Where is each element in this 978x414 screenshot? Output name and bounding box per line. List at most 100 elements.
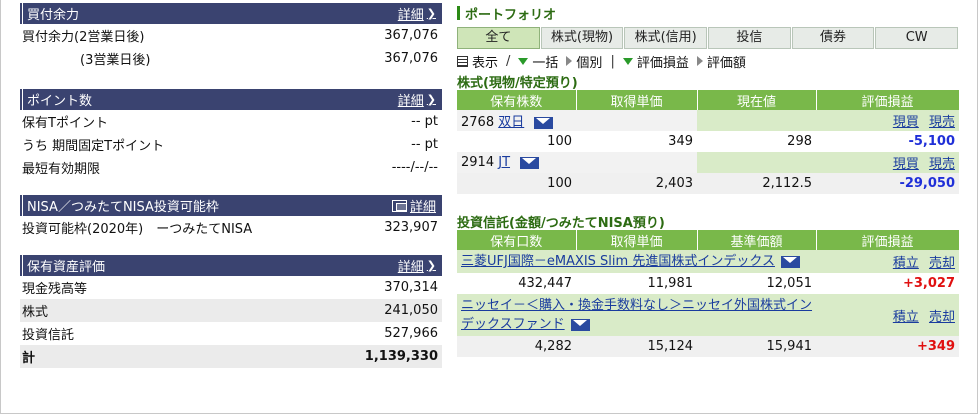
price-cell: 298 (697, 131, 816, 152)
total-value: 1,139,330 (364, 349, 438, 364)
table-row: 2768 双日 現買 現売 (457, 110, 959, 131)
nav-cell: 12,051 (697, 273, 816, 294)
assets-row: 現金残高等 370,314 (20, 276, 442, 299)
row-label: 最短有効期限 (22, 162, 101, 177)
table-row: 2914 JT 現買 現売 (457, 152, 959, 173)
column-header: 保有口数 (457, 230, 577, 250)
fund-name-link[interactable]: ニッセイ－＜購入・換金手数料なし＞ニッセイ外国株式インデックスファンド (461, 298, 812, 332)
filter-individual[interactable]: 個別 (566, 52, 602, 71)
chevron-right-icon: ❯ (426, 259, 436, 272)
list-icon (457, 55, 468, 67)
display-filters: 表示 / 一括 個別 | 評価損益 評価額 (457, 50, 959, 72)
pl-cell: -5,100 (816, 131, 959, 152)
filter-pl[interactable]: 評価損益 (622, 52, 689, 71)
sell-link[interactable]: 売却 (929, 256, 955, 271)
table-row: 100 349 298 -5,100 (457, 131, 959, 152)
pl-cell: +3,027 (816, 273, 959, 294)
display-label: 表示 (457, 52, 498, 71)
assets-header: 保有資産評価 詳細 ❯ (20, 255, 442, 276)
window-icon (391, 199, 407, 212)
mail-icon[interactable] (520, 156, 540, 169)
stock-actions: 現買 現売 (697, 152, 959, 173)
accumulate-link[interactable]: 積立 (893, 310, 919, 325)
row-label: 現金残高等 (22, 282, 88, 297)
fund-actions: 積立 売却 (816, 294, 959, 336)
tab-bonds[interactable]: 債券 (791, 27, 875, 49)
row-value: 367,076 (384, 28, 438, 43)
header-accent-bar (457, 6, 460, 20)
sell-link[interactable]: 売却 (929, 310, 955, 325)
nisa-header: NISA／つみたてNISA投資可能枠 詳細 (20, 195, 442, 216)
fund-actions: 積立 売却 (816, 250, 959, 273)
qty-cell: 100 (457, 173, 576, 194)
mail-icon[interactable] (780, 255, 800, 268)
fund-name-cell: ニッセイ－＜購入・換金手数料なし＞ニッセイ外国株式インデックスファンド (457, 294, 816, 336)
row-value: 241,050 (384, 303, 438, 318)
separator: | (610, 53, 615, 69)
table-row: 432,447 11,981 12,051 +3,027 (457, 273, 959, 294)
accumulate-link[interactable]: 積立 (893, 256, 919, 271)
table-row: 4,282 15,124 15,941 +349 (457, 336, 959, 357)
fund-name-link[interactable]: 三菱UFJ国際－eMAXIS Slim 先進国株式インデックス (461, 254, 775, 269)
filter-label: 表示 (472, 55, 499, 71)
nisa-row: 投資可能枠(2020年) ーつみたてNISA 323,907 (20, 216, 442, 239)
header-accent-bar (20, 255, 23, 276)
buying-power-detail-link[interactable]: 詳細 ❯ (398, 4, 436, 23)
detail-label: 詳細 (397, 260, 424, 275)
filter-bulk[interactable]: 一括 (518, 52, 558, 71)
column-header: 現在値 (697, 90, 817, 110)
nav-cell: 15,941 (697, 336, 816, 357)
stock-name-link[interactable]: JT (498, 155, 510, 170)
points-header: ポイント数 詳細 ❯ (20, 89, 442, 110)
column-header: 取得単価 (576, 230, 698, 250)
buying-power-header: 買付余力 詳細 ❯ (20, 3, 442, 24)
separator: / (506, 53, 511, 69)
portfolio-title: ポートフォリオ (465, 7, 557, 23)
funds-table: 保有口数 取得単価 基準価額 評価損益 三菱UFJ国際－eMAXIS Slim … (457, 230, 960, 357)
detail-label: 詳細 (397, 94, 424, 109)
stock-code: 2768 (461, 115, 495, 130)
tab-stocks-margin[interactable]: 株式(信用) (624, 27, 708, 49)
nisa-title: NISA／つみたてNISA投資可能枠 (27, 200, 219, 215)
points-title: ポイント数 (27, 94, 93, 109)
sell-link[interactable]: 現売 (929, 157, 955, 172)
units-cell: 4,282 (457, 336, 576, 357)
row-value: 367,076 (384, 51, 438, 66)
pl-cell: +349 (816, 336, 959, 357)
mail-icon[interactable] (534, 116, 554, 129)
header-accent-bar (20, 195, 23, 216)
tab-all[interactable]: 全て (457, 27, 540, 49)
row-value: ----/--/-- (391, 160, 438, 175)
tab-stocks-cash[interactable]: 株式(現物) (540, 27, 624, 49)
mail-icon[interactable] (570, 318, 590, 331)
sell-link[interactable]: 現売 (929, 115, 955, 130)
portfolio-tabs: 全て 株式(現物) 株式(信用) 投信 債券 CW (457, 27, 959, 49)
units-cell: 432,447 (457, 273, 576, 294)
row-value: 323,907 (384, 220, 438, 235)
header-accent-bar (20, 3, 23, 24)
detail-label: 詳細 (397, 8, 424, 23)
row-label: (3営業日後) (80, 53, 151, 68)
nisa-detail-link[interactable]: 詳細 (391, 196, 436, 215)
row-label: 保有Tポイント (22, 116, 108, 131)
table-row: 三菱UFJ国際－eMAXIS Slim 先進国株式インデックス 積立 売却 (457, 250, 959, 273)
stock-name-link[interactable]: 双日 (498, 115, 524, 130)
row-value: 370,314 (384, 280, 438, 295)
stock-name-cell: 2768 双日 (457, 110, 697, 131)
buy-link[interactable]: 現買 (893, 115, 919, 130)
stock-actions: 現買 現売 (697, 110, 959, 131)
triangle-down-icon (622, 57, 633, 65)
cost-cell: 2,403 (576, 173, 697, 194)
row-label: うち 期間固定Tポイント (22, 139, 165, 154)
stocks-table: 保有株数 取得単価 現在値 評価損益 2768 双日 現買 現売 100 349… (457, 90, 960, 194)
tab-funds[interactable]: 投信 (708, 27, 791, 49)
assets-detail-link[interactable]: 詳細 ❯ (398, 256, 436, 275)
detail-label: 詳細 (409, 200, 436, 215)
points-detail-link[interactable]: 詳細 ❯ (398, 90, 436, 109)
column-header: 取得単価 (576, 90, 698, 110)
filter-plamount[interactable]: 評価額 (696, 52, 746, 71)
buy-link[interactable]: 現買 (893, 157, 919, 172)
tab-cw[interactable]: CW (875, 27, 959, 49)
row-label: 投資可能枠(2020年) ーつみたてNISA (22, 222, 253, 237)
cost-cell: 15,124 (576, 336, 697, 357)
